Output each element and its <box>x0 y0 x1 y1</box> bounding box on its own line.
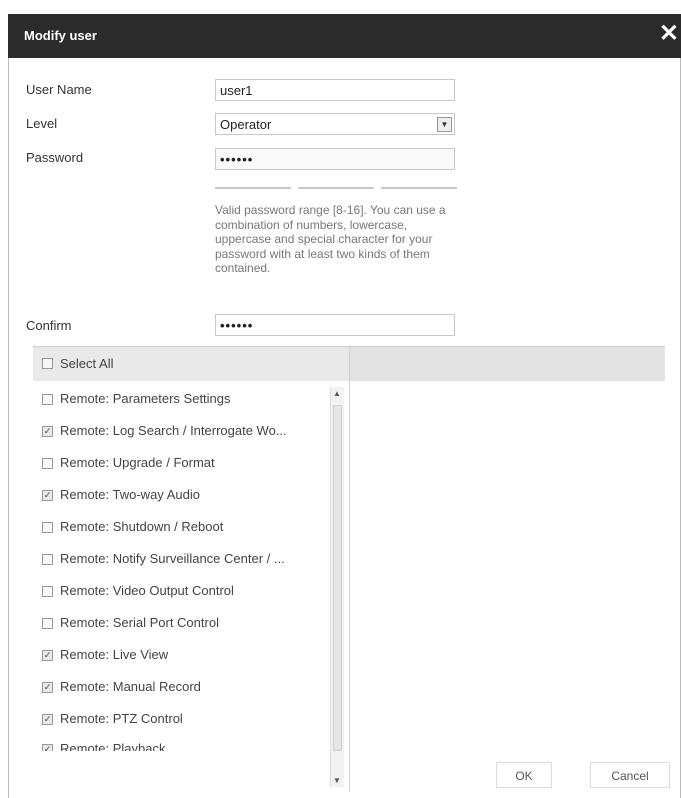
username-label: User Name <box>26 82 92 97</box>
permission-label: Remote: Log Search / Interrogate Wo... <box>60 423 287 438</box>
permission-scrollbar[interactable]: ▲ ▼ <box>330 387 344 787</box>
permission-checkbox[interactable] <box>42 618 53 629</box>
permission-label: Remote: Shutdown / Reboot <box>60 519 224 534</box>
permission-item[interactable]: ✓ Remote: Log Search / Interrogate Wo... <box>33 421 333 443</box>
permission-item[interactable]: Remote: Shutdown / Reboot <box>33 517 333 539</box>
permission-list: Select All Remote: Parameters Settings ✓… <box>33 347 350 791</box>
dialog-title: Modify user <box>24 28 97 43</box>
username-input[interactable]: user1 <box>215 79 455 101</box>
permission-item[interactable]: ✓ Remote: Playback <box>33 739 333 751</box>
permission-checkbox[interactable]: ✓ <box>42 490 53 501</box>
level-select[interactable]: Operator ▼ <box>215 113 455 135</box>
ok-button[interactable]: OK <box>496 762 552 788</box>
permission-item[interactable]: Remote: Upgrade / Format <box>33 453 333 475</box>
permission-item[interactable]: Remote: Video Output Control <box>33 581 333 603</box>
permission-label: Remote: Video Output Control <box>60 583 234 598</box>
password-input[interactable]: •••••• <box>215 148 455 170</box>
permission-label: Remote: Two-way Audio <box>60 487 200 502</box>
permission-label: Remote: Serial Port Control <box>60 615 219 630</box>
scroll-down-icon[interactable]: ▼ <box>333 776 341 785</box>
scroll-up-icon[interactable]: ▲ <box>333 389 341 398</box>
select-all-label: Select All <box>60 356 114 371</box>
select-all-row[interactable]: Select All <box>33 347 349 381</box>
dialog-titlebar: Modify user ✕ <box>8 14 681 58</box>
level-label: Level <box>26 116 58 131</box>
confirm-password-input[interactable]: •••••• <box>215 314 455 336</box>
strength-bar-weak <box>215 187 291 189</box>
password-hint: Valid password range [8-16]. You can use… <box>215 203 446 275</box>
permission-checkbox[interactable]: ✓ <box>42 714 53 725</box>
permission-label: Remote: Playback <box>60 741 166 751</box>
permission-label: Remote: Manual Record <box>60 679 201 694</box>
permission-label: Remote: Notify Surveillance Center / ... <box>60 551 285 566</box>
permission-checkbox[interactable]: ✓ <box>42 682 53 693</box>
cancel-button[interactable]: Cancel <box>590 762 670 788</box>
permission-checkbox[interactable]: ✓ <box>42 650 53 661</box>
permission-checkbox[interactable] <box>42 458 53 469</box>
permission-item[interactable]: ✓ Remote: Two-way Audio <box>33 485 333 507</box>
permission-item[interactable]: ✓ Remote: Live View <box>33 645 333 667</box>
close-icon[interactable]: ✕ <box>659 22 679 46</box>
permission-checkbox[interactable] <box>42 394 53 405</box>
permission-item[interactable]: ✓ Remote: Manual Record <box>33 677 333 699</box>
permission-item[interactable]: Remote: Serial Port Control <box>33 613 333 635</box>
scrollbar-thumb[interactable] <box>333 405 342 751</box>
confirm-label: Confirm <box>26 318 72 333</box>
permission-panel: Select All Remote: Parameters Settings ✓… <box>33 346 665 791</box>
permission-label: Remote: PTZ Control <box>60 711 183 726</box>
permission-label: Remote: Live View <box>60 647 169 662</box>
permission-label: Remote: Parameters Settings <box>60 391 231 406</box>
permission-detail-header <box>350 347 665 381</box>
permission-checkbox[interactable]: ✓ <box>42 744 53 751</box>
strength-bar-strong <box>381 187 457 189</box>
select-all-checkbox[interactable] <box>42 358 53 369</box>
permission-checkbox[interactable] <box>42 554 53 565</box>
strength-bar-medium <box>298 187 374 189</box>
permission-item[interactable]: ✓ Remote: PTZ Control <box>33 709 333 731</box>
level-value: Operator <box>220 117 272 132</box>
permission-checkbox[interactable] <box>42 586 53 597</box>
chevron-down-icon[interactable]: ▼ <box>437 117 452 132</box>
permission-label: Remote: Upgrade / Format <box>60 455 215 470</box>
permission-item[interactable]: Remote: Parameters Settings <box>33 389 333 411</box>
permission-item[interactable]: Remote: Notify Surveillance Center / ... <box>33 549 333 571</box>
permission-checkbox[interactable] <box>42 522 53 533</box>
permission-checkbox[interactable]: ✓ <box>42 426 53 437</box>
password-label: Password <box>26 150 84 165</box>
